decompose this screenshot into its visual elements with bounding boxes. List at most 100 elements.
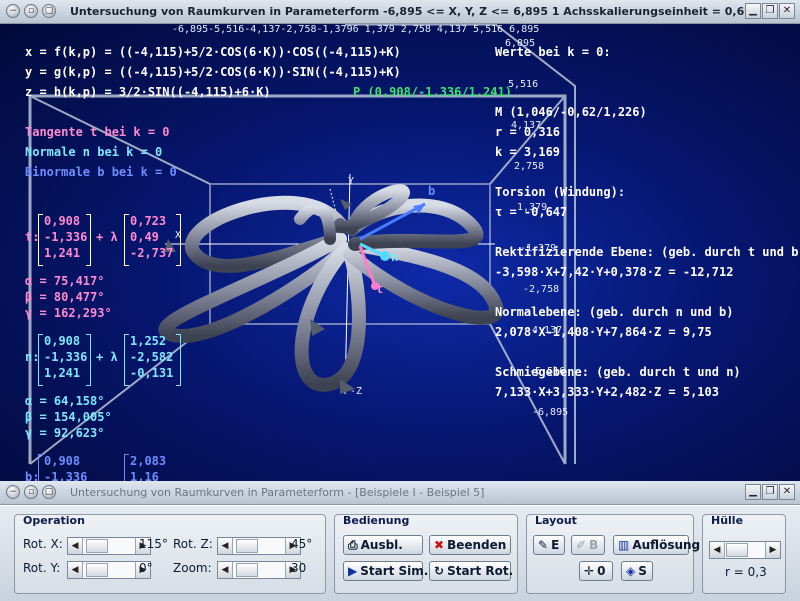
zoom-slider[interactable]: ◀ ▶	[217, 561, 301, 579]
plot-scene[interactable]: -6,895-5,516-4,137-2,758-1,3796 1,379 2,…	[0, 24, 800, 481]
n-lambda: + λ	[96, 350, 118, 364]
layout-group: Layout ✎ E ✐ B ▥ Auflösung ✛ 0 ◈ S	[526, 514, 700, 594]
bedienung-title: Bedienung	[343, 514, 410, 527]
n-base-x: 0,908	[44, 334, 81, 348]
equation-x: x = f(k,p) = ((-4,115)+5/2·COS(6·K))·COS…	[25, 45, 401, 59]
normal-plane-label: Normalebene: (geb. durch n und b)	[495, 305, 734, 319]
rot-z-slider[interactable]: ◀ ▶	[217, 537, 301, 555]
minimize-button[interactable]: ▁	[745, 3, 761, 19]
space-curve	[158, 184, 504, 392]
binormal-label: b	[428, 184, 436, 198]
t-base-y: -1,336	[44, 230, 88, 244]
equation-z: z = h(k,p) = 3/2·SIN((-4,115)+6·K)	[25, 85, 271, 99]
equation-y: y = g(k,p) = ((-4,115)+5/2·COS(6·K))·SIN…	[25, 65, 401, 79]
normal-label: n	[391, 250, 399, 264]
curvature-center: M (1,046/-0,62/1,226)	[495, 105, 647, 119]
point-p: P (0,908/-1,336/1,241)	[353, 85, 512, 99]
control-maximize-icon[interactable]: ▢	[42, 485, 56, 499]
control-minimize-button[interactable]: ▁	[745, 484, 761, 500]
t-alpha: α = 75,417°	[25, 274, 105, 288]
z-tick: -6,895	[532, 407, 569, 418]
play-icon: ▶	[348, 564, 358, 578]
layout-title: Layout	[535, 514, 577, 527]
control-close-button[interactable]: ✕	[779, 484, 795, 500]
n-dir-y: -2,582	[130, 350, 174, 364]
ausbl-button[interactable]: ⎙ Ausbl.	[343, 535, 423, 555]
b-base-x: 0,908	[44, 454, 81, 468]
arrow-left-icon[interactable]: ◀	[710, 542, 725, 558]
z-tick: 5,516	[508, 79, 539, 90]
z-axis-label: -Z	[350, 386, 363, 397]
n-base-y: -1,336	[44, 350, 88, 364]
resolution-icon: ▥	[618, 538, 630, 552]
rot-x-value: 115°	[139, 537, 168, 551]
layout-e-button[interactable]: ✎ E	[533, 535, 565, 555]
control-titlebar: − ▫ ▢ Untersuchung von Raumkurven in Par…	[0, 481, 800, 505]
control-title: Untersuchung von Raumkurven in Parameter…	[70, 486, 485, 499]
t-base-z: 1,241	[44, 246, 81, 260]
huelle-group: Hülle ◀ ▶ r = 0,3	[702, 514, 786, 594]
window-menu-icon[interactable]: −	[6, 4, 20, 18]
curvature: k = 3,169	[495, 145, 561, 159]
control-restore-button[interactable]: ❐	[762, 484, 778, 500]
rotate-icon: ↻	[434, 564, 445, 578]
beenden-button[interactable]: ✖ Beenden	[429, 535, 511, 555]
curvature-radius: r = 0,316	[495, 125, 561, 139]
rot-z-label: Rot. Z:	[173, 537, 213, 551]
printer-icon: ⎙	[348, 538, 358, 552]
t-lambda: + λ	[96, 230, 118, 244]
huelle-radius: r = 0,3	[725, 565, 767, 579]
t-dir-y: 0,49	[130, 230, 159, 244]
arrow-left-icon[interactable]: ◀	[68, 538, 83, 554]
t-beta: β = 80,477°	[25, 290, 105, 304]
t-dir-x: 0,723	[130, 214, 167, 228]
huelle-slider[interactable]: ◀ ▶	[709, 541, 781, 559]
x-axis-label: X	[175, 230, 182, 241]
osculating-plane-eq: 7,133·X+3,333·Y+2,482·Z = 5,103	[495, 385, 719, 399]
layout-b-button[interactable]: ✐ B	[571, 535, 605, 555]
arrow-left-icon[interactable]: ◀	[68, 562, 83, 578]
main-titlebar: − ▫ ▢ Untersuchung von Raumkurven in Par…	[0, 0, 800, 24]
operation-title: Operation	[23, 514, 85, 527]
pen-icon: ✎	[538, 538, 549, 552]
close-button[interactable]: ✕	[779, 3, 795, 19]
normal-plane-eq: 2,078·X-1,408·Y+7,864·Z = 9,75	[495, 325, 712, 339]
arrow-left-icon[interactable]: ◀	[218, 538, 233, 554]
close-x-icon: ✖	[434, 538, 445, 552]
crosshair-icon: ✛	[584, 564, 595, 578]
arrow-left-icon[interactable]: ◀	[218, 562, 233, 578]
n-dir-z: -0,131	[130, 366, 174, 380]
brush-icon: ✐	[576, 538, 587, 552]
restore-button[interactable]: ❐	[762, 3, 778, 19]
zoom-label: Zoom:	[173, 561, 212, 575]
t-base-x: 0,908	[44, 214, 81, 228]
fill-icon: ◈	[626, 564, 636, 578]
aufloesung-button[interactable]: ▥ Auflösung	[613, 535, 700, 555]
b-dir-y: 1,16	[130, 470, 159, 481]
z-tick: 2,758	[514, 161, 545, 172]
n-gamma: γ = 92,623°	[25, 426, 105, 440]
arrow-right-icon[interactable]: ▶	[765, 542, 780, 558]
rot-z-value: 45°	[291, 537, 313, 551]
legend-tangent: Tangente t bei k = 0	[25, 125, 170, 139]
b-dir-x: 2,083	[130, 454, 167, 468]
t-dir-z: -2,737	[130, 246, 174, 260]
t-gamma: γ = 162,293°	[25, 306, 112, 320]
n-base-z: 1,241	[44, 366, 81, 380]
layout-s-button[interactable]: ◈ S	[621, 561, 653, 581]
control-menu-icon[interactable]: −	[6, 485, 20, 499]
rekt-plane-label: Rektifizierende Ebene: (geb. durch t und…	[495, 245, 800, 259]
layout-zero-button[interactable]: ✛ 0	[579, 561, 613, 581]
torsion-label: Torsion (Windung):	[495, 185, 626, 199]
n-beta: β = 154,005°	[25, 410, 112, 424]
n-alpha: α = 64,158°	[25, 394, 105, 408]
tangent-label: t	[376, 282, 384, 296]
rekt-plane-eq: -3,598·X+7,42·Y+0,378·Z = -12,712	[495, 265, 734, 279]
control-minimize-icon[interactable]: ▫	[24, 485, 38, 499]
bedienung-group: Bedienung ⎙ Ausbl. ✖ Beenden ▶ Start Sim. ↻…	[334, 514, 518, 594]
start-sim-button[interactable]: ▶ Start Sim.	[343, 561, 428, 581]
torsion-value: τ = -0,647	[495, 205, 568, 219]
minimize-icon[interactable]: ▫	[24, 4, 38, 18]
start-rot-button[interactable]: ↻ Start Rot.	[429, 561, 513, 581]
maximize-icon[interactable]: ▢	[42, 4, 56, 18]
